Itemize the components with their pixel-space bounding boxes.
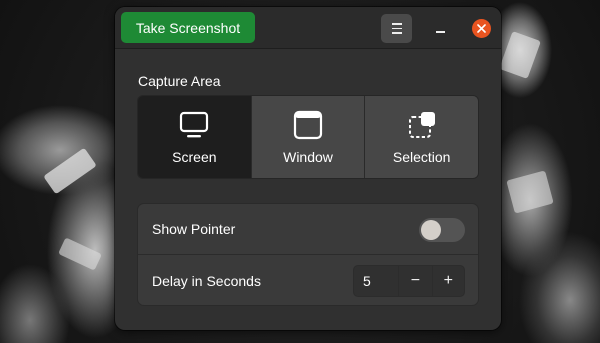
selection-icon xyxy=(408,111,435,138)
capture-option-selection[interactable]: Selection xyxy=(364,96,478,178)
delay-row: Delay in Seconds 5 − + xyxy=(138,255,478,305)
toggle-knob xyxy=(421,220,441,240)
main-menu-button[interactable] xyxy=(381,14,412,43)
wallpaper-fragment xyxy=(58,237,102,271)
hamburger-icon xyxy=(391,22,402,36)
wallpaper-fragment xyxy=(506,170,554,214)
wallpaper-fragment xyxy=(43,147,97,195)
minus-icon: − xyxy=(410,272,421,289)
capture-option-window[interactable]: Window xyxy=(250,96,365,178)
capture-area-selector: Screen Window Selection xyxy=(137,95,479,179)
delay-decrement-button[interactable]: − xyxy=(399,266,431,296)
show-pointer-toggle[interactable] xyxy=(419,218,465,242)
delay-spinbutton: 5 − + xyxy=(353,265,465,297)
settings-list: Show Pointer Delay in Seconds 5 − + xyxy=(137,203,479,306)
capture-option-label: Screen xyxy=(172,148,217,165)
close-button[interactable] xyxy=(472,19,491,38)
capture-option-label: Window xyxy=(283,148,333,165)
minimize-icon xyxy=(435,31,445,33)
wallpaper-fragment xyxy=(499,31,541,79)
header-bar: Take Screenshot xyxy=(115,7,501,49)
delay-increment-button[interactable]: + xyxy=(431,266,464,296)
take-screenshot-button[interactable]: Take Screenshot xyxy=(121,12,255,43)
show-pointer-row: Show Pointer xyxy=(138,204,478,255)
close-icon xyxy=(477,24,486,33)
screenshot-dialog: Take Screenshot Capture Area Screen Wind… xyxy=(115,7,501,330)
minimize-button[interactable] xyxy=(430,19,450,39)
capture-option-label: Selection xyxy=(392,148,451,165)
delay-label: Delay in Seconds xyxy=(152,272,261,289)
delay-value-input[interactable]: 5 xyxy=(354,266,400,296)
plus-icon: + xyxy=(443,272,453,289)
window-icon xyxy=(293,110,323,139)
capture-area-label: Capture Area xyxy=(138,73,221,89)
show-pointer-label: Show Pointer xyxy=(152,221,236,237)
capture-option-screen[interactable]: Screen xyxy=(138,96,251,178)
monitor-icon xyxy=(180,111,209,137)
